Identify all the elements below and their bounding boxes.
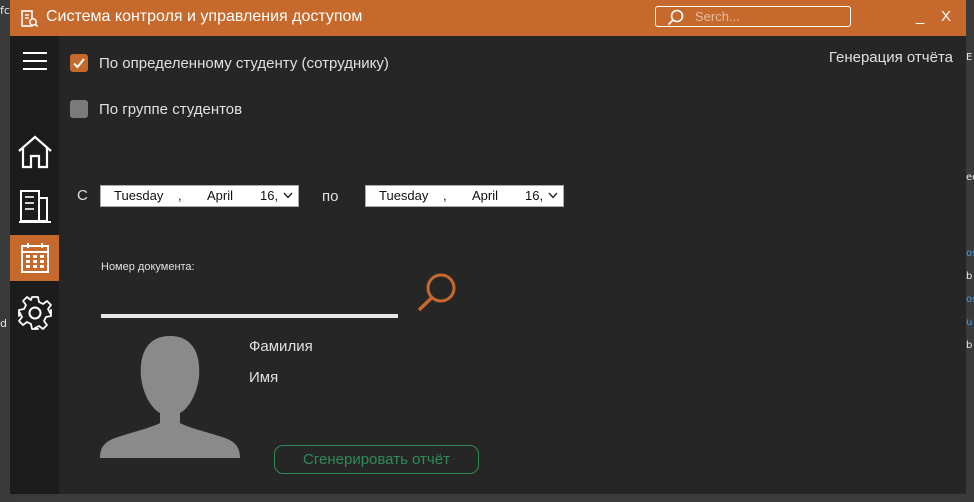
option-label: По группе студентов <box>99 100 243 118</box>
background-window-left: fc d <box>0 0 10 502</box>
date-from-label: С <box>77 187 88 204</box>
app-window: Система контроля и управления доступом _… <box>10 0 966 494</box>
day-text: 16, <box>525 188 544 203</box>
month-text: April <box>207 188 234 203</box>
document-search-button[interactable] <box>414 272 460 318</box>
weekday-text: Tuesday <box>379 188 429 203</box>
month-text: April <box>472 188 499 203</box>
student-checkbox[interactable] <box>70 54 88 72</box>
building-icon <box>18 190 51 223</box>
background-text: E <box>966 52 973 63</box>
search-input[interactable] <box>695 8 845 25</box>
minimize-button[interactable]: _ <box>916 8 924 25</box>
separator-text: , <box>443 188 447 203</box>
option-by-group[interactable]: По группе студентов <box>70 100 242 118</box>
gear-icon <box>17 296 52 330</box>
background-text: os <box>966 248 974 259</box>
option-label: По определенному студенту (сотруднику) <box>99 54 389 72</box>
sidebar-item-settings[interactable] <box>10 290 59 336</box>
sidebar-item-building[interactable] <box>10 183 59 229</box>
weekday-text: Tuesday <box>114 188 164 203</box>
date-to-label: по <box>322 188 339 205</box>
report-panel: Генерация отчёта По определенному студен… <box>59 36 966 494</box>
group-checkbox[interactable] <box>70 100 88 118</box>
generate-report-button[interactable]: Сгенерировать отчёт <box>274 445 479 474</box>
home-icon <box>17 135 52 169</box>
background-text: ec <box>966 172 974 183</box>
background-text: b <box>966 340 973 351</box>
search-box[interactable] <box>655 6 851 27</box>
person-avatar-icon <box>100 336 240 458</box>
surname-label: Фамилия <box>249 338 313 355</box>
date-to-picker[interactable]: Tuesday , April 16, <box>365 185 564 207</box>
background-text: fc <box>0 4 10 17</box>
app-logo-icon <box>21 10 39 28</box>
close-button[interactable]: X <box>941 8 951 25</box>
sidebar-menu-toggle[interactable] <box>10 38 59 84</box>
document-number-input[interactable] <box>101 284 398 318</box>
chevron-down-icon <box>548 192 558 199</box>
search-icon <box>667 9 684 26</box>
hamburger-menu-icon <box>22 52 47 70</box>
search-icon <box>417 273 456 312</box>
calendar-icon <box>20 243 49 273</box>
document-number-label: Номер документа: <box>101 261 195 273</box>
separator-text: , <box>178 188 182 203</box>
chevron-down-icon <box>283 192 293 199</box>
sidebar-item-home[interactable] <box>10 129 59 175</box>
day-text: 16, <box>260 188 279 203</box>
name-label: Имя <box>249 369 279 386</box>
date-from-picker[interactable]: Tuesday , April 16, <box>100 185 299 207</box>
background-text: b <box>966 271 973 282</box>
checkmark-icon <box>73 58 85 69</box>
page-title: Генерация отчёта <box>828 49 953 66</box>
sidebar-item-calendar[interactable] <box>10 235 59 281</box>
option-by-student[interactable]: По определенному студенту (сотруднику) <box>70 54 389 72</box>
background-text: os <box>966 294 974 305</box>
sidebar <box>10 36 59 494</box>
title-bar[interactable]: Система контроля и управления доступом _… <box>10 0 966 36</box>
background-window-right: E ec os b os u b <box>966 0 974 502</box>
background-text: d <box>0 317 7 330</box>
background-text: u <box>966 317 973 328</box>
window-title: Система контроля и управления доступом <box>46 8 363 25</box>
